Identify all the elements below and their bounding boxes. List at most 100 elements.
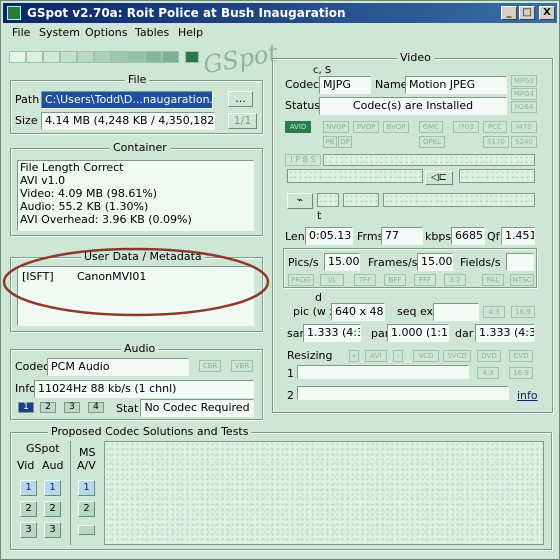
tff-indicator: TFF <box>354 274 376 286</box>
proposed-group-title: Proposed Codec Solutions and Tests <box>48 425 252 439</box>
toolbar-cell[interactable] <box>162 51 179 63</box>
i703-indicator: I703 <box>453 121 479 133</box>
audio-info-label: Info <box>15 382 36 395</box>
toolbar-cell[interactable] <box>145 51 162 63</box>
aud-option-1[interactable]: 1 <box>44 480 61 496</box>
page-indicator[interactable]: 1/1 <box>228 113 257 129</box>
pal-indicator: PAL <box>482 274 504 286</box>
audio-stream-1[interactable]: 1 <box>18 402 34 413</box>
vid-option-1[interactable]: 1 <box>20 480 37 496</box>
audio-stat-field: No Codec Required <box>140 399 254 417</box>
resize-minus-button[interactable]: - <box>393 350 403 362</box>
fields-label: Fields/s <box>460 256 501 269</box>
minimize-button[interactable]: _ <box>501 6 517 20</box>
toolbar-cell-active[interactable] <box>185 51 199 63</box>
container-info-list[interactable]: File Length Correct AVI v1.0 Video: 4.09… <box>17 160 254 231</box>
vid-label: Vid <box>17 459 35 472</box>
proposed-divider <box>70 441 71 545</box>
browse-button[interactable]: ... <box>228 91 253 107</box>
resize-avi-button[interactable]: AVI <box>365 350 387 362</box>
container-line: Audio: 55.2 KB (1.30%) <box>20 200 149 213</box>
dp-indicator: DP <box>338 136 352 148</box>
video-name-label: Name <box>375 78 408 91</box>
par-field: 1.000 (1:1) <box>387 324 449 342</box>
close-button[interactable]: X <box>539 6 555 20</box>
ms-label: MS <box>79 446 96 459</box>
toolbar-cell[interactable] <box>94 51 111 63</box>
dar-field: 1.333 (4:3) <box>475 324 535 342</box>
menu-tables[interactable]: Tables <box>135 26 169 39</box>
resize-svcd-button[interactable]: SVCD <box>443 350 471 362</box>
gspot-logo: GSpot <box>201 38 280 80</box>
i470-indicator: I470 <box>511 121 537 133</box>
aud-option-2[interactable]: 2 <box>44 501 61 517</box>
ms-option-1[interactable]: 1 <box>78 480 95 496</box>
file-group: File Path C:\Users\Todd\D...naugaration.… <box>10 73 263 134</box>
codec-solutions-area[interactable] <box>104 441 544 545</box>
aud-option-3[interactable]: 3 <box>44 522 61 538</box>
avid-indicator: AVID <box>285 121 311 133</box>
vid-option-2[interactable]: 2 <box>20 501 37 517</box>
s170-indicator: S170 <box>483 136 509 148</box>
frame-graph-right <box>459 169 535 183</box>
menu-options[interactable]: Options <box>85 26 127 39</box>
audio-group: Audio Codec PCM Audio CBR VBR Info 11024… <box>10 342 263 420</box>
scan-button[interactable]: ◁⊏ <box>425 171 453 185</box>
audio-group-title: Audio <box>121 342 159 356</box>
container-line: Video: 4.09 MB (98.61%) <box>20 187 158 200</box>
resize-vcd-button[interactable]: VCD <box>413 350 439 362</box>
seqext-field <box>433 303 479 321</box>
resize-row1-field <box>297 365 469 379</box>
menu-system[interactable]: System <box>39 26 80 39</box>
info-link[interactable]: info <box>517 389 538 403</box>
aud-label: Aud <box>42 459 64 472</box>
container-group-title: Container <box>110 141 170 155</box>
video-status-label: Status <box>285 99 321 112</box>
audio-stream-4[interactable]: 4 <box>88 402 104 413</box>
len-label: Len <box>285 230 305 243</box>
audio-codec-field: PCM Audio <box>47 358 189 376</box>
kbps-label: kbps <box>425 230 452 243</box>
audio-stream-3[interactable]: 3 <box>64 402 80 413</box>
window-title: GSpot v2.70a: Roit Police at Bush Inauga… <box>27 6 346 20</box>
video-status-field: Codec(s) are Installed <box>319 97 507 115</box>
audio-stream-2[interactable]: 2 <box>40 402 56 413</box>
sar-label: sar <box>287 327 304 340</box>
resize-plus-button[interactable]: + <box>349 350 359 362</box>
ntsc-indicator: NTSC <box>510 274 534 286</box>
vid-option-3[interactable]: 3 <box>20 522 37 538</box>
video-codec-label: Codec <box>285 78 320 91</box>
menu-bar: File System Options Tables Help <box>3 24 557 42</box>
resize-dvd-button[interactable]: DVD <box>477 350 501 362</box>
qf-label: Qf <box>487 230 500 243</box>
toolbar-cell[interactable] <box>43 51 60 63</box>
menu-help[interactable]: Help <box>178 26 203 39</box>
toolbar-cell[interactable] <box>77 51 94 63</box>
title-bar[interactable]: GSpot v2.70a: Roit Police at Bush Inauga… <box>3 3 557 23</box>
vbr-indicator: VBR <box>231 360 253 372</box>
toolbar-cell[interactable] <box>26 51 43 63</box>
container-group: Container File Length Correct AVI v1.0 V… <box>10 141 263 236</box>
nvop-indicator: NVOP <box>323 121 349 133</box>
toolbox-icon[interactable]: ⌁ <box>287 193 313 209</box>
maximize-button[interactable]: □ <box>519 6 535 20</box>
gspot-label: GSpot <box>26 442 60 455</box>
ms-option-2[interactable]: 2 <box>78 501 95 517</box>
path-field[interactable]: C:\Users\Todd\D...naugaration.AVI <box>41 91 213 109</box>
ms-option-blank[interactable] <box>78 525 95 535</box>
toolbar-cell[interactable] <box>128 51 145 63</box>
resize-row2-label: 2 <box>287 389 294 402</box>
toolbar-cell[interactable] <box>9 51 26 63</box>
frms-label: Frms <box>357 230 384 243</box>
aux-graph <box>343 193 379 207</box>
container-line: AVI v1.0 <box>20 174 66 187</box>
toolbar-cell[interactable] <box>60 51 77 63</box>
resize-cvd-button[interactable]: CVD <box>509 350 533 362</box>
gmc-indicator: GMC <box>419 121 443 133</box>
toolbar-cell[interactable] <box>111 51 128 63</box>
bitrate-graph <box>287 169 423 183</box>
fff-indicator: FFF <box>414 274 436 286</box>
menu-file[interactable]: File <box>12 26 30 39</box>
pb-indicator: PB <box>323 136 337 148</box>
pvop-indicator: PVOP <box>353 121 379 133</box>
